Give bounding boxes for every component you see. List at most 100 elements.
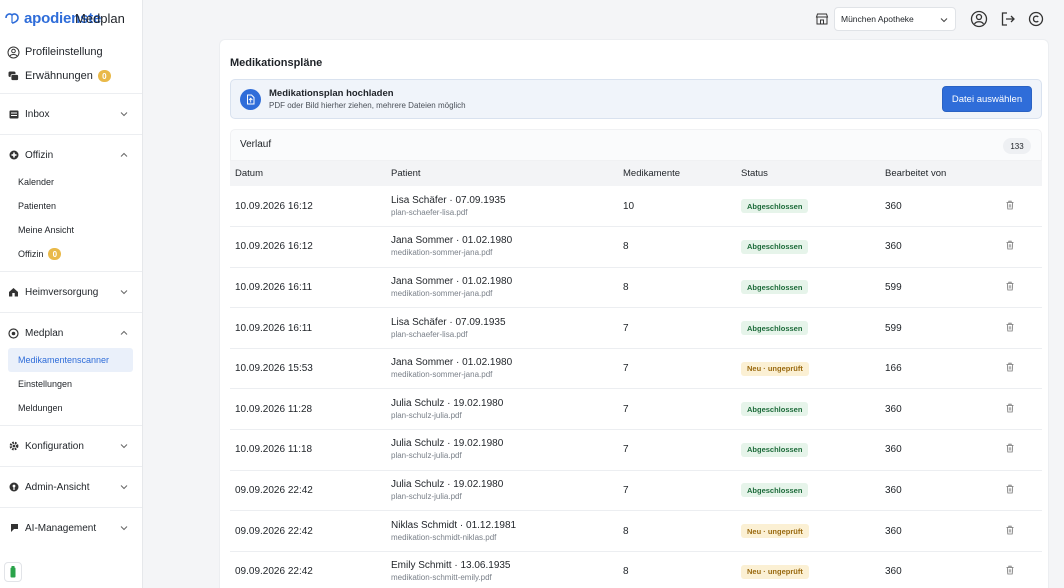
trash-icon[interactable]	[1005, 565, 1015, 575]
row-patient-cell[interactable]: Jana Sommer · 01.02.1980 medikation-somme…	[386, 267, 618, 308]
row-edited-by: 599	[885, 281, 902, 293]
row-edited-by: 360	[885, 484, 902, 496]
table-row[interactable]: 09.09.2026 22:42 Emily Schmitt · 13.06.19…	[230, 551, 1042, 588]
row-file: medikation-sommer-jana.pdf	[391, 370, 493, 380]
sidebar-item-offizin[interactable]: Offizin 0	[8, 242, 133, 266]
sidebar-group-ai-management[interactable]: AI-Management	[0, 513, 142, 543]
sidebar-item-meldungen[interactable]: Meldungen	[8, 396, 133, 420]
choose-file-button[interactable]: Datei auswählen	[942, 86, 1032, 112]
row-status-cell: Abgeschlossen	[736, 308, 880, 349]
column-header-status[interactable]: Status	[736, 161, 880, 186]
row-patient-cell[interactable]: Jana Sommer · 01.02.1980 medikation-somme…	[386, 227, 618, 268]
row-patient-cell[interactable]: Julia Schulz · 19.02.1980 plan-schulz-jul…	[386, 430, 618, 471]
sidebar-group-label: Konfiguration	[25, 440, 84, 452]
table-row[interactable]: 09.09.2026 22:42 Julia Schulz · 19.02.198…	[230, 470, 1042, 511]
row-medications: 7	[623, 322, 629, 334]
chevron-down-icon	[940, 18, 948, 23]
logout-icon[interactable]	[999, 10, 1017, 28]
sidebar-item-kalender[interactable]: Kalender	[8, 170, 133, 194]
offizin-count-badge: 0	[48, 248, 62, 260]
row-file: plan-schulz-julia.pdf	[391, 491, 462, 501]
status-badge: Abgeschlossen	[741, 239, 809, 254]
trash-icon[interactable]	[1005, 281, 1015, 291]
logo-icon	[5, 13, 19, 24]
sidebar-group-heimversorgung[interactable]: Heimversorgung	[0, 277, 142, 307]
trash-icon[interactable]	[1005, 403, 1015, 413]
sidebar-item-medikamentenscanner[interactable]: Medikamentenscanner	[8, 348, 133, 372]
upload-dropzone[interactable]: Medikationsplan hochladen PDF oder Bild …	[230, 79, 1042, 119]
sidebar-group-admin-ansicht[interactable]: Admin-Ansicht	[0, 472, 142, 502]
trash-icon[interactable]	[1005, 484, 1015, 494]
row-status-cell: Neu · ungeprüft	[736, 348, 880, 389]
column-header-medications[interactable]: Medikamente	[618, 161, 736, 186]
sidebar-item-einstellungen[interactable]: Einstellungen	[8, 372, 133, 396]
row-patient-cell[interactable]: Julia Schulz · 19.02.1980 plan-schulz-jul…	[386, 389, 618, 430]
sidebar-item-mentions[interactable]: Erwähnungen 0	[0, 64, 142, 88]
sidebar-group-medplan[interactable]: Medplan	[0, 318, 142, 348]
table-row[interactable]: 10.09.2026 16:12 Lisa Schäfer · 07.09.193…	[230, 186, 1042, 227]
divider	[0, 507, 142, 508]
row-date: 10.09.2026 11:18	[235, 444, 313, 456]
history-header: Verlauf 133	[230, 129, 1042, 161]
user-account-icon[interactable]	[970, 10, 988, 28]
sidebar-group-offizin[interactable]: Offizin	[0, 140, 142, 170]
table-row[interactable]: 10.09.2026 16:11 Lisa Schäfer · 07.09.193…	[230, 308, 1042, 349]
row-patient-cell[interactable]: Lisa Schäfer · 07.09.1935 plan-schaefer-l…	[386, 308, 618, 349]
table-row[interactable]: 10.09.2026 11:28 Julia Schulz · 19.02.198…	[230, 389, 1042, 430]
column-header-date[interactable]: Datum	[230, 161, 386, 186]
table-row[interactable]: 10.09.2026 15:53 Jana Sommer · 01.02.1980…	[230, 348, 1042, 389]
history-section: Verlauf 133 Datum Patient Medikamente St…	[230, 129, 1042, 588]
mentions-count-badge: 0	[97, 70, 111, 82]
status-badge: Neu · ungeprüft	[741, 361, 809, 376]
status-indicator[interactable]	[4, 562, 22, 582]
row-file: plan-schulz-julia.pdf	[391, 410, 462, 420]
status-badge: Abgeschlossen	[741, 483, 809, 498]
row-edited-by: 360	[885, 444, 902, 456]
column-header-actions	[1000, 161, 1042, 186]
trash-icon[interactable]	[1005, 240, 1015, 250]
inbox-icon	[8, 109, 19, 120]
row-patient-cell[interactable]: Jana Sommer · 01.02.1980 medikation-somme…	[386, 348, 618, 389]
column-header-patient[interactable]: Patient	[386, 161, 618, 186]
row-edited-by: 599	[885, 322, 902, 334]
row-edited-by: 166	[885, 363, 902, 375]
chevron-down-icon	[120, 526, 128, 531]
store-select-value: München Apotheke	[841, 14, 914, 24]
divider	[0, 271, 142, 272]
table-header-row: Datum Patient Medikamente Status Bearbei…	[230, 161, 1042, 186]
row-patient-cell[interactable]: Niklas Schmidt · 01.12.1981 medikation-sc…	[386, 511, 618, 552]
trash-icon[interactable]	[1005, 443, 1015, 453]
divider	[0, 425, 142, 426]
chat-icon	[7, 70, 20, 83]
store-select[interactable]: München Apotheke	[834, 7, 956, 31]
row-patient: Lisa Schäfer · 07.09.1935	[391, 316, 506, 328]
table-row[interactable]: 10.09.2026 11:18 Julia Schulz · 19.02.198…	[230, 430, 1042, 471]
row-patient-cell[interactable]: Julia Schulz · 19.02.1980 plan-schulz-jul…	[386, 470, 618, 511]
trash-icon[interactable]	[1005, 200, 1015, 210]
sidebar-item-meine-ansicht[interactable]: Meine Ansicht	[8, 218, 133, 242]
row-file: medikation-sommer-jana.pdf	[391, 288, 493, 298]
upload-title: Medikationsplan hochladen	[269, 88, 394, 99]
sidebar-item-profile[interactable]: Profileinstellung	[0, 40, 142, 64]
row-patient-cell[interactable]: Lisa Schäfer · 07.09.1935 plan-schaefer-l…	[386, 186, 618, 227]
row-status-cell: Abgeschlossen	[736, 267, 880, 308]
row-status-cell: Abgeschlossen	[736, 470, 880, 511]
row-actions	[1000, 511, 1042, 552]
table-row[interactable]: 10.09.2026 16:11 Jana Sommer · 01.02.1980…	[230, 267, 1042, 308]
sidebar-group-inbox[interactable]: Inbox	[0, 99, 142, 129]
copyright-icon[interactable]	[1027, 10, 1045, 28]
sidebar-item-patienten[interactable]: Patienten	[8, 194, 133, 218]
chevron-down-icon	[120, 290, 128, 295]
sidebar-group-label: Medplan	[25, 327, 64, 339]
trash-icon[interactable]	[1005, 362, 1015, 372]
sidebar-group-label: Admin-Ansicht	[25, 481, 90, 493]
trash-icon[interactable]	[1005, 525, 1015, 535]
column-header-edited-by[interactable]: Bearbeitet von	[880, 161, 1000, 186]
row-status-cell: Abgeschlossen	[736, 430, 880, 471]
sidebar-group-konfiguration[interactable]: Konfiguration	[0, 431, 142, 461]
table-row[interactable]: 10.09.2026 16:12 Jana Sommer · 01.02.1980…	[230, 227, 1042, 268]
trash-icon[interactable]	[1005, 322, 1015, 332]
row-patient-cell[interactable]: Emily Schmitt · 13.06.1935 medikation-sch…	[386, 551, 618, 588]
table-row[interactable]: 09.09.2026 22:42 Niklas Schmidt · 01.12.1…	[230, 511, 1042, 552]
row-file: plan-schaefer-lisa.pdf	[391, 207, 468, 217]
